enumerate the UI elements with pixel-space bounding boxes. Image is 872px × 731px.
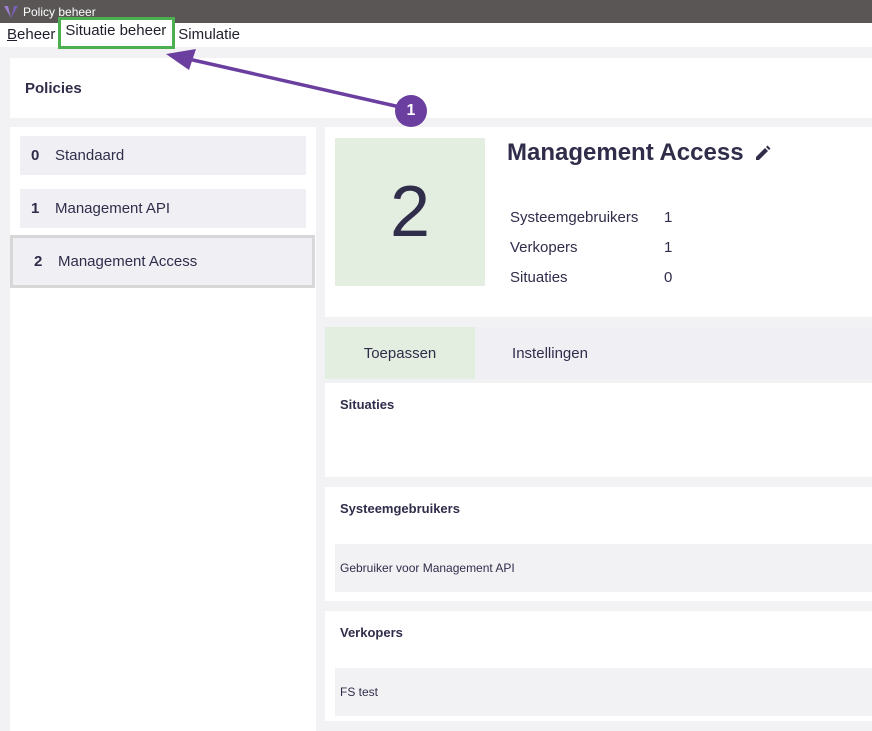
window-title: Policy beheer [23,4,96,19]
tab-instellingen[interactable]: Instellingen [475,327,625,379]
stat-row: Systeemgebruikers 1 [510,202,672,232]
list-item[interactable]: Gebruiker voor Management API [335,544,872,592]
section-verkopers: Verkopers FS test [325,611,872,721]
section-situaties: Situaties [325,383,872,477]
section-systeemgebruikers: Systeemgebruikers Gebruiker voor Managem… [325,487,872,601]
policy-name: Management Access [58,253,198,270]
policy-stats: Systeemgebruikers 1 Verkopers 1 Situatie… [510,202,672,292]
policy-list: 0 Standaard 1 Management API 2 Managemen… [10,127,316,731]
policy-name: Management API [55,200,171,217]
stat-row: Situaties 0 [510,262,672,292]
stat-value: 1 [664,208,673,226]
policy-number: 2 [34,253,43,270]
stat-label: Systeemgebruikers [510,208,639,226]
stat-value: 0 [664,268,673,286]
policy-detail: 2 Management Access Systeemgebruikers 1 … [325,127,872,317]
policy-number-tile: 2 [335,138,485,286]
policy-number: 1 [31,200,40,217]
stat-row: Verkopers 1 [510,232,672,262]
menu-situatie-beheer[interactable]: Situatie beheer [58,17,176,49]
edit-pencil-icon[interactable] [754,144,772,162]
menu-beheer[interactable]: Beheer [0,23,59,47]
section-title: Situaties [340,397,395,412]
policy-title: Management Access [507,139,772,167]
menu-bar: Beheer Situatie beheer Simulatie [0,17,872,49]
app-logo-icon [4,5,18,18]
menu-simulatie[interactable]: Simulatie [174,23,244,47]
stat-label: Verkopers [510,238,578,256]
policies-header: Policies [10,58,872,118]
policy-item-management-api[interactable]: 1 Management API [20,189,306,228]
policy-title-text: Management Access [507,139,744,166]
page-title: Policies [25,79,82,97]
menu-beheer-accel: B [7,26,18,43]
list-item[interactable]: FS test [335,668,872,716]
stat-label: Situaties [510,268,568,286]
stat-value: 1 [664,238,673,256]
policy-item-standaard[interactable]: 0 Standaard [20,136,306,175]
tab-toepassen[interactable]: Toepassen [325,327,475,379]
section-title: Systeemgebruikers [340,501,460,516]
policy-number: 0 [31,147,40,164]
menu-beheer-rest: eheer [17,26,56,43]
detail-tabs: Toepassen Instellingen [325,327,872,379]
callout-badge: 1 [395,95,427,127]
policy-name: Standaard [55,147,125,164]
section-title: Verkopers [340,625,403,640]
policy-item-management-access[interactable]: 2 Management Access [10,235,315,288]
